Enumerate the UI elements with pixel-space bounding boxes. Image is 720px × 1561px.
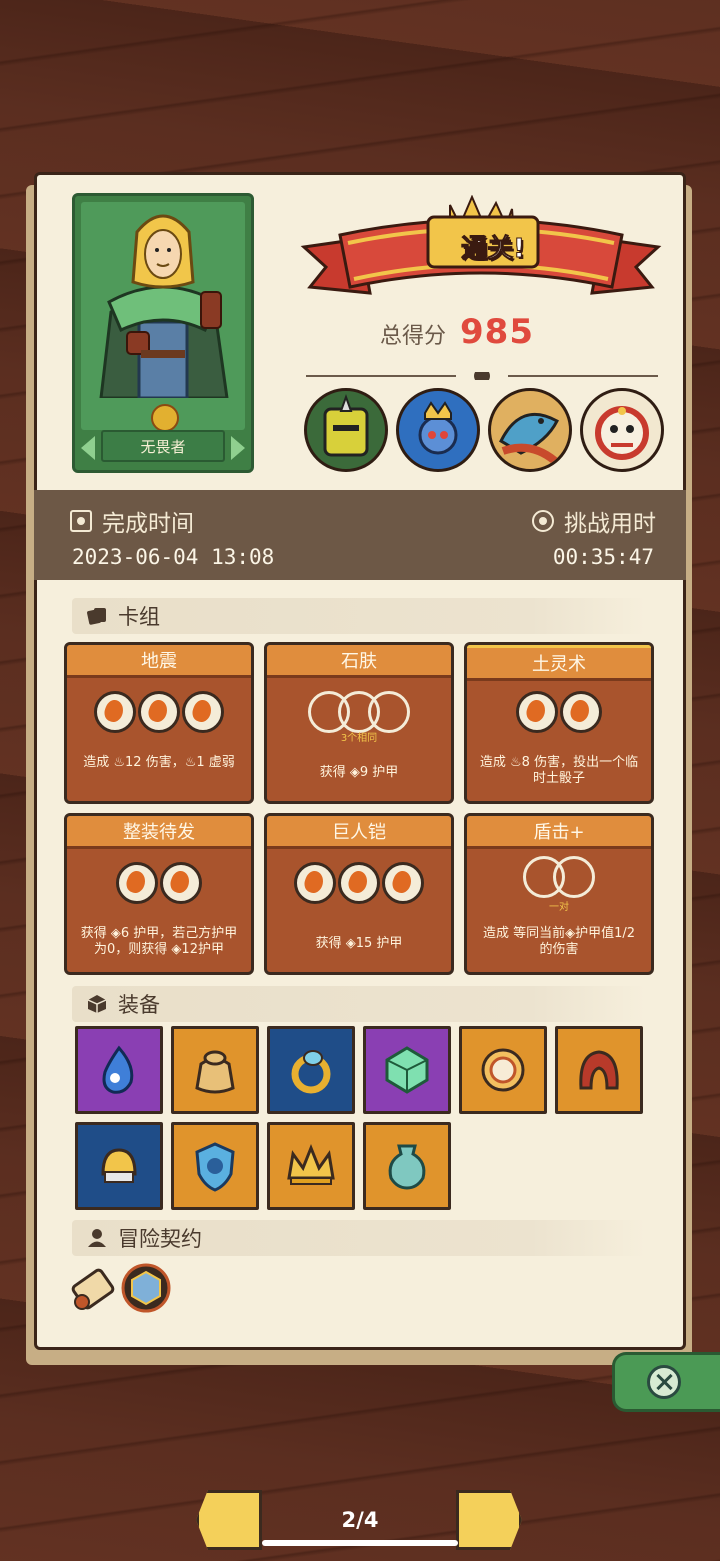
card-title: 盾击+ [467,816,651,849]
victory-title: 通关! [461,234,526,265]
red-hood-icon[interactable] [555,1026,643,1114]
equipment-section-header: 装备 [72,986,646,1022]
card-description: 获得 ◈15 护甲 [315,936,403,951]
stopwatch-icon [532,510,554,532]
card-title: 巨人铠 [267,816,451,849]
card-description: 造成 ♨8 伤害，投出一个临时土骰子 [479,755,639,786]
film-icon [70,510,92,532]
hexagon-contract-icon[interactable] [120,1262,172,1314]
card-earth-magic[interactable]: 土灵术 造成 ♨8 伤害，投出一个临时土骰子 [464,642,654,804]
score-label: 总得分 [380,324,447,349]
fire-orb-icon [182,691,224,733]
gold-crown-icon[interactable] [267,1122,355,1210]
card-dice-slots [67,691,251,733]
empty-orb-icon [553,856,595,898]
card-title: 整装待发 [67,816,251,849]
fire-orb-icon [116,862,158,904]
blue-shield-icon[interactable] [171,1122,259,1210]
fire-orb-icon [338,862,380,904]
hero-illustration [99,214,229,398]
card-dice-slots [267,691,451,733]
page-indicator: 2/4 [341,1508,379,1532]
empty-orb-icon [368,691,410,733]
prev-hero-arrow-icon[interactable] [81,436,95,460]
contracts-section-title: 冒险契约 [118,1227,202,1251]
boss-fish-icon[interactable] [488,388,572,472]
cube-icon [87,995,107,1013]
score-value: 985 [460,312,534,352]
challenge-time-value: 00:35:47 [552,545,654,569]
green-gem-icon[interactable] [363,1026,451,1114]
ornament-divider [306,372,658,380]
person-icon [88,1229,106,1247]
close-button[interactable] [612,1352,720,1412]
complete-time-value: 2023-06-04 13:08 [72,545,275,569]
next-hero-arrow-icon[interactable] [231,436,245,460]
card-ready[interactable]: 整装待发 获得 ◈6 护甲，若己方护甲为0，则获得 ◈12护甲 [64,813,254,975]
scroll-contract-icon[interactable] [66,1262,120,1316]
card-description: 造成 ♨12 伤害，♨1 虚弱 [83,755,235,770]
boss-knight-icon[interactable] [304,388,388,472]
card-giant-armor[interactable]: 巨人铠 获得 ◈15 护甲 [264,813,454,975]
card-title: 土灵术 [467,645,651,681]
card-requirement: 一对 [549,902,569,913]
home-indicator[interactable] [262,1540,458,1546]
card-dice-slots [67,862,251,904]
fire-orb-icon [382,862,424,904]
hero-portrait[interactable]: 无畏者 [72,193,254,473]
next-page-button[interactable] [456,1490,522,1550]
close-icon [647,1365,681,1399]
complete-time-label: 完成时间 [102,511,194,537]
card-dice-slots [267,862,451,904]
fire-orb-icon [516,691,558,733]
contracts-section-header: 冒险契约 [72,1220,646,1256]
deck-section-title: 卡组 [118,605,160,629]
boss-crowned-icon[interactable] [396,388,480,472]
challenge-time-label-group: 挑战用时 [532,504,656,538]
card-earthquake[interactable]: 地震 造成 ♨12 伤害，♨1 虚弱 [64,642,254,804]
time-bar: 完成时间 2023-06-04 13:08 挑战用时 00:35:47 [34,490,686,580]
treasure-bag-icon[interactable] [171,1026,259,1114]
fire-orb-icon [94,691,136,733]
gold-helmet-icon[interactable] [75,1122,163,1210]
fire-orb-icon [138,691,180,733]
card-dice-slots [467,691,651,733]
card-description: 获得 ◈6 护甲，若己方护甲为0，则获得 ◈12护甲 [80,926,238,957]
fire-orb-icon [160,862,202,904]
deck-section-header: 卡组 [72,598,646,634]
score-row: 总得分 985 [380,312,534,352]
fire-orb-icon [294,862,336,904]
card-shield-bash[interactable]: 盾击+ 一对 造成 等同当前◈护甲值1/2 的伤害 [464,813,654,975]
teal-vase-icon[interactable] [363,1122,451,1210]
challenge-time-label: 挑战用时 [564,511,656,537]
boss-lion-mask-icon[interactable] [580,388,664,472]
card-title: 石肤 [267,645,451,678]
blue-flame-icon[interactable] [75,1026,163,1114]
card-dice-slots [467,856,651,898]
fire-orb-icon [560,691,602,733]
gold-ring-icon[interactable] [267,1026,355,1114]
complete-time-label-group: 完成时间 [70,504,194,538]
prev-page-button[interactable] [196,1490,262,1550]
cards-icon [87,608,106,625]
card-stoneskin[interactable]: 石肤 3个相同 获得 ◈9 护甲 [264,642,454,804]
card-description: 造成 等同当前◈护甲值1/2 的伤害 [482,926,636,957]
hero-name: 无畏者 [101,430,225,462]
card-description: 获得 ◈9 护甲 [319,765,399,780]
card-requirement: 3个相同 [340,733,378,744]
hero-medal-icon [151,404,179,432]
defeated-bosses [304,388,664,472]
card-title: 地震 [67,645,251,678]
coin-disc-icon[interactable] [459,1026,547,1114]
equipment-section-title: 装备 [118,993,160,1017]
